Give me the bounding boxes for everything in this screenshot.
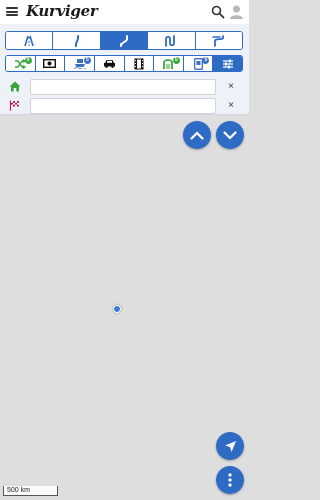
route-type-slight-curvy[interactable]	[53, 32, 101, 49]
route-type-curvy[interactable]	[100, 32, 149, 49]
collapse-panel-button[interactable]	[183, 121, 211, 149]
curvy-fastest-road-icon	[212, 34, 224, 47]
app-brand-logo: Kurviger	[26, 2, 98, 20]
option-badge: 5	[83, 57, 91, 64]
account-icon[interactable]	[229, 4, 244, 20]
route-panel: 0 5 5 5 × ×	[0, 24, 249, 115]
option-phone[interactable]: 5	[183, 56, 214, 71]
map-canvas[interactable]	[0, 116, 249, 500]
current-location-dot	[113, 305, 121, 313]
route-type-curvy-fastest[interactable]	[195, 32, 242, 49]
route-options-bar: 0 5 5 5	[5, 55, 243, 72]
more-options-button[interactable]	[216, 466, 244, 494]
more-vertical-icon	[228, 473, 232, 487]
extra-curvy-road-icon	[165, 34, 176, 47]
option-badge: 0	[24, 57, 32, 64]
destination-flag-icon	[7, 98, 22, 113]
destination-input[interactable]	[30, 97, 216, 114]
chevron-down-icon	[223, 130, 237, 140]
curvy-road-icon	[120, 34, 129, 47]
option-ferry[interactable]: 5	[65, 56, 95, 71]
hamburger-menu-icon[interactable]	[6, 5, 18, 18]
toll-icon	[43, 59, 57, 68]
option-settings[interactable]	[213, 56, 242, 71]
slight-curvy-road-icon	[74, 34, 79, 47]
route-type-extra-curvy[interactable]	[148, 32, 196, 49]
option-car[interactable]	[94, 56, 125, 71]
my-location-button[interactable]	[216, 432, 244, 460]
option-shuffle[interactable]: 0	[6, 56, 36, 71]
option-film[interactable]	[124, 56, 155, 71]
option-roadway[interactable]: 5	[154, 56, 184, 71]
clear-destination-button[interactable]: ×	[226, 98, 236, 114]
route-type-selector	[5, 31, 243, 50]
option-toll[interactable]	[35, 56, 66, 71]
settings-sliders-icon	[222, 59, 233, 68]
chevron-up-icon	[190, 130, 204, 140]
clear-start-button[interactable]: ×	[226, 79, 236, 95]
search-icon[interactable]	[211, 5, 225, 19]
map-scale-bar: 500 km	[3, 486, 58, 496]
option-badge: 5	[202, 57, 210, 64]
app-bar: Kurviger	[0, 0, 249, 24]
film-icon	[134, 58, 144, 69]
phone-icon	[193, 57, 203, 70]
route-type-highway[interactable]	[6, 32, 54, 49]
start-location-input[interactable]	[30, 78, 216, 95]
navigation-arrow-icon	[224, 440, 236, 452]
start-location-row: ×	[7, 78, 247, 95]
option-badge: 5	[172, 57, 180, 64]
destination-row: ×	[7, 97, 247, 114]
expand-panel-button[interactable]	[216, 121, 244, 149]
highway-icon	[24, 35, 34, 46]
car-icon	[103, 60, 115, 68]
home-icon	[7, 79, 22, 94]
